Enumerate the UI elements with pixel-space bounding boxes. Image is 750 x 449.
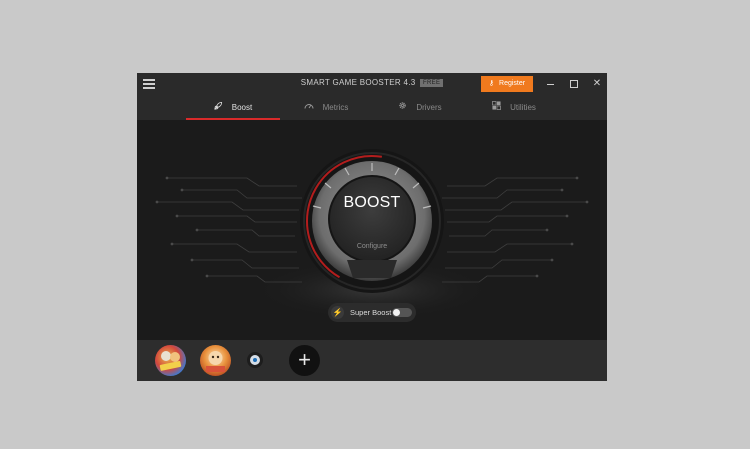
grid-icon	[492, 95, 502, 120]
tab-utilities[interactable]: Utilities	[467, 95, 561, 120]
key-icon: ⚷	[488, 80, 495, 87]
boost-dial: BOOST Configure	[297, 146, 447, 296]
tab-drivers[interactable]: Drivers	[373, 95, 467, 120]
lightning-icon: ⚡	[331, 306, 344, 319]
tab-metrics-label: Metrics	[322, 103, 349, 112]
app-title: SMART GAME BOOSTER 4.3	[300, 78, 416, 87]
boost-button[interactable]: BOOST	[332, 191, 412, 215]
nav-tabs: Boost Metrics Drivers Utilities	[137, 95, 607, 120]
app-window: SMART GAME BOOSTER 4.3 FREE ⚷ Register ✕ …	[137, 73, 607, 381]
close-icon: ✕	[592, 78, 602, 89]
maximize-button[interactable]	[566, 76, 582, 92]
rocket-icon	[214, 95, 223, 120]
tab-drivers-label: Drivers	[416, 103, 442, 112]
super-boost-control: ⚡ Super Boost	[328, 303, 416, 322]
tab-utilities-label: Utilities	[510, 103, 536, 112]
speedometer-icon	[304, 95, 314, 120]
configure-link[interactable]: Configure	[342, 243, 402, 250]
title-bar: SMART GAME BOOSTER 4.3 FREE ⚷ Register ✕	[137, 73, 607, 95]
super-boost-label: Super Boost	[350, 308, 392, 317]
register-button[interactable]: ⚷ Register	[481, 76, 533, 92]
add-icon: +	[298, 347, 311, 372]
window-title: SMART GAME BOOSTER 4.3 FREE	[137, 78, 607, 87]
tab-boost-label: Boost	[231, 103, 253, 112]
game-icon-character[interactable]	[200, 345, 231, 376]
add-game-button[interactable]: +	[289, 345, 320, 376]
maximize-icon	[570, 80, 578, 88]
game-icon-friends[interactable]	[155, 345, 186, 376]
minimize-button[interactable]	[542, 76, 558, 92]
super-boost-toggle[interactable]	[392, 308, 412, 317]
game-bar: +	[137, 340, 607, 381]
game-icon-app[interactable]	[247, 352, 263, 368]
tab-boost[interactable]: Boost	[186, 95, 280, 120]
gear-icon	[398, 95, 407, 120]
minimize-icon	[546, 84, 554, 85]
boost-panel: BOOST Configure ⚡ Super Boost	[137, 120, 607, 340]
edition-badge: FREE	[420, 79, 444, 87]
toggle-knob	[393, 309, 400, 316]
close-button[interactable]: ✕	[589, 76, 605, 92]
register-label: Register	[499, 80, 526, 87]
tab-metrics[interactable]: Metrics	[279, 95, 373, 120]
